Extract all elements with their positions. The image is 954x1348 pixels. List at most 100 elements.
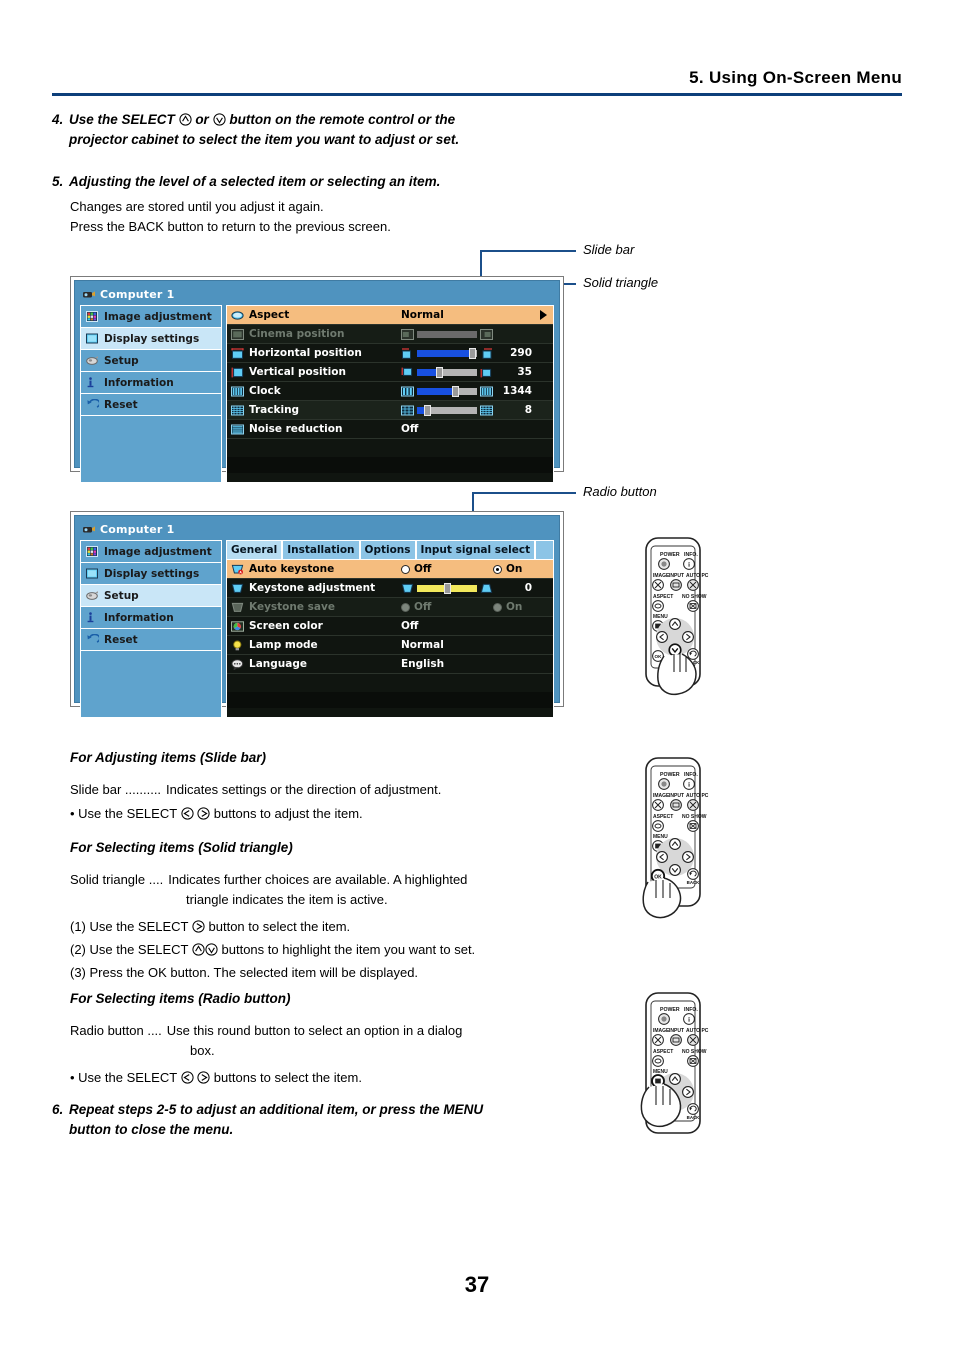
- osd1-title: Computer 1: [100, 287, 175, 301]
- step-4-text-mid: or: [195, 112, 209, 127]
- osd-row-clock[interactable]: Clock 1344: [227, 382, 553, 401]
- osd-menu-setup[interactable]: Computer 1 Image adjustment Display sett…: [70, 511, 564, 718]
- sidebar-item-image-adjustment[interactable]: Image adjustment: [81, 306, 221, 328]
- sidebar-item-display-settings[interactable]: Display settings: [81, 563, 221, 585]
- sidebar-item-information[interactable]: Information: [81, 372, 221, 394]
- osd2-pane[interactable]: General Installation Options Input signa…: [226, 540, 554, 718]
- osd2-nav[interactable]: Image adjustment Display settings Setup …: [80, 540, 222, 718]
- osd-row-language[interactable]: Language English: [227, 655, 553, 674]
- remote-control-select-down[interactable]: POWER INFO. i IMAGE INPUT AUTO PC ASPECT…: [616, 536, 722, 719]
- remote-control-ok[interactable]: POWER INFO. i IMAGE INPUT AUTO PC ASPECT…: [616, 756, 722, 939]
- tab-options[interactable]: Options: [360, 541, 417, 559]
- osd-row-vertical-position[interactable]: Vertical position 35: [227, 363, 553, 382]
- osd-row-label: Keystone save: [249, 601, 335, 613]
- image-adjustment-icon: [86, 311, 99, 322]
- pane-filler: [227, 439, 553, 457]
- osd-row-keystone-adjustment[interactable]: Keystone adjustment 0: [227, 579, 553, 598]
- radio-button-icon[interactable]: [401, 564, 410, 574]
- svg-text:INPUT: INPUT: [669, 573, 684, 579]
- tab-general[interactable]: General: [227, 541, 284, 559]
- osd-row-lamp-mode[interactable]: Lamp mode Normal: [227, 636, 553, 655]
- svg-text:NO SHOW: NO SHOW: [682, 814, 707, 820]
- sidebar-item-reset[interactable]: Reset: [81, 629, 221, 651]
- osd-row-value: Off: [401, 620, 419, 632]
- radio-option-off[interactable]: Off: [401, 563, 431, 575]
- sidebar-item-display-settings[interactable]: Display settings: [81, 328, 221, 350]
- svg-text:NO SHOW: NO SHOW: [682, 1049, 707, 1055]
- svg-text:INPUT: INPUT: [669, 1028, 684, 1034]
- radio-option-on[interactable]: On: [493, 563, 522, 575]
- osd-row-noise-reduction[interactable]: Noise reduction Off: [227, 420, 553, 439]
- osd-row-horizontal-position[interactable]: Horizontal position 290: [227, 344, 553, 363]
- tab-installation[interactable]: Installation: [283, 541, 361, 559]
- tab-input-signal-select[interactable]: Input signal select: [416, 541, 537, 559]
- osd1-nav[interactable]: Image adjustment Display settings Setup …: [80, 305, 222, 483]
- radio-button-icon: [401, 602, 410, 612]
- svg-text:NO SHOW: NO SHOW: [682, 594, 707, 600]
- information-icon: [86, 612, 99, 623]
- slide-bar-track[interactable]: [417, 366, 477, 378]
- osd-row-label: Screen color: [249, 620, 323, 632]
- svg-text:BACK: BACK: [687, 1115, 701, 1120]
- slide-bar-track[interactable]: [417, 404, 477, 416]
- osd-row-aspect[interactable]: Aspect Normal: [227, 306, 553, 325]
- osd-row-label: Clock: [249, 385, 281, 397]
- osd-row-label: Tracking: [249, 404, 300, 416]
- svg-text:INFO.: INFO.: [684, 1007, 698, 1013]
- osd-row-number: 35: [517, 366, 532, 378]
- select-down-icon: [212, 113, 226, 126]
- osd-row-tracking[interactable]: Tracking 8: [227, 401, 553, 420]
- information-icon: [86, 377, 99, 388]
- slide-bar-knob[interactable]: [444, 582, 451, 594]
- step-5-body-line1: Changes are stored until you adjust it a…: [70, 199, 324, 214]
- clock-icon: [231, 386, 244, 397]
- osd-row-label: Language: [249, 658, 307, 670]
- solid-triangle-item3: (3) Press the OK button. The selected it…: [70, 965, 419, 981]
- keystone-narrow-top-icon: [401, 583, 414, 594]
- sidebar-item-image-adjustment[interactable]: Image adjustment: [81, 541, 221, 563]
- osd2-title: Computer 1: [100, 522, 175, 536]
- pane-filler: [227, 674, 553, 692]
- select-right-icon: [197, 807, 210, 820]
- slide-bar-fill: [417, 368, 437, 376]
- term-radio-button: Radio button ....: [70, 1022, 162, 1038]
- osd-row-screen-color[interactable]: Screen color Off: [227, 617, 553, 636]
- sidebar-item-reset[interactable]: Reset: [81, 394, 221, 416]
- slide-bar-knob[interactable]: [468, 347, 476, 359]
- section-heading-radio-button: For Selecting items (Radio button): [70, 991, 291, 1006]
- step-4-number: 4.: [52, 112, 64, 127]
- sidebar-label: Reset: [104, 633, 138, 646]
- svg-text:AUTO PC: AUTO PC: [686, 573, 709, 579]
- slide-bar-track[interactable]: [417, 347, 477, 359]
- osd1-pane[interactable]: Aspect Normal Cinema position Horizontal…: [226, 305, 554, 483]
- cinema-position-icon: [231, 328, 244, 340]
- vertical-position-icon: [231, 367, 244, 378]
- slide-bar-fill: [417, 349, 471, 357]
- osd-row-label: Horizontal position: [249, 347, 362, 359]
- slide-bar-track[interactable]: [417, 330, 477, 338]
- sidebar-item-setup[interactable]: Setup: [81, 585, 221, 607]
- sidebar-item-setup[interactable]: Setup: [81, 350, 221, 372]
- screen-color-icon: [231, 620, 244, 632]
- svg-text:IMAGE: IMAGE: [653, 573, 670, 579]
- osd-row-label: Lamp mode: [249, 639, 318, 651]
- radio-button-icon: [493, 602, 502, 612]
- slide-bar-knob[interactable]: [452, 385, 460, 397]
- solid-triangle-item2-after: buttons to highlight the item you want t…: [221, 942, 476, 958]
- osd-row-auto-keystone[interactable]: A Auto keystone Off On: [227, 560, 553, 579]
- radio-option-on: On: [493, 601, 522, 613]
- slide-bar-track[interactable]: [417, 385, 477, 397]
- svg-text:MENU: MENU: [653, 614, 668, 620]
- step-4-line2: projector cabinet to select the item you…: [69, 132, 460, 148]
- osd-menu-display-settings[interactable]: Computer 1 Image adjustment Display sett…: [70, 276, 564, 483]
- slide-bar-track[interactable]: [417, 582, 477, 594]
- radio-button-icon[interactable]: [493, 564, 502, 574]
- step-5-body-line2: Press the BACK button to return to the p…: [70, 219, 391, 235]
- callout-solid-triangle: Solid triangle: [583, 275, 659, 290]
- osd2-tabs[interactable]: General Installation Options Input signa…: [227, 541, 553, 560]
- slide-bar-knob[interactable]: [423, 404, 431, 416]
- slide-bar-knob[interactable]: [435, 366, 443, 378]
- sidebar-item-information[interactable]: Information: [81, 607, 221, 629]
- tracking-right-icon: [480, 405, 493, 416]
- tracking-left-icon: [401, 405, 414, 416]
